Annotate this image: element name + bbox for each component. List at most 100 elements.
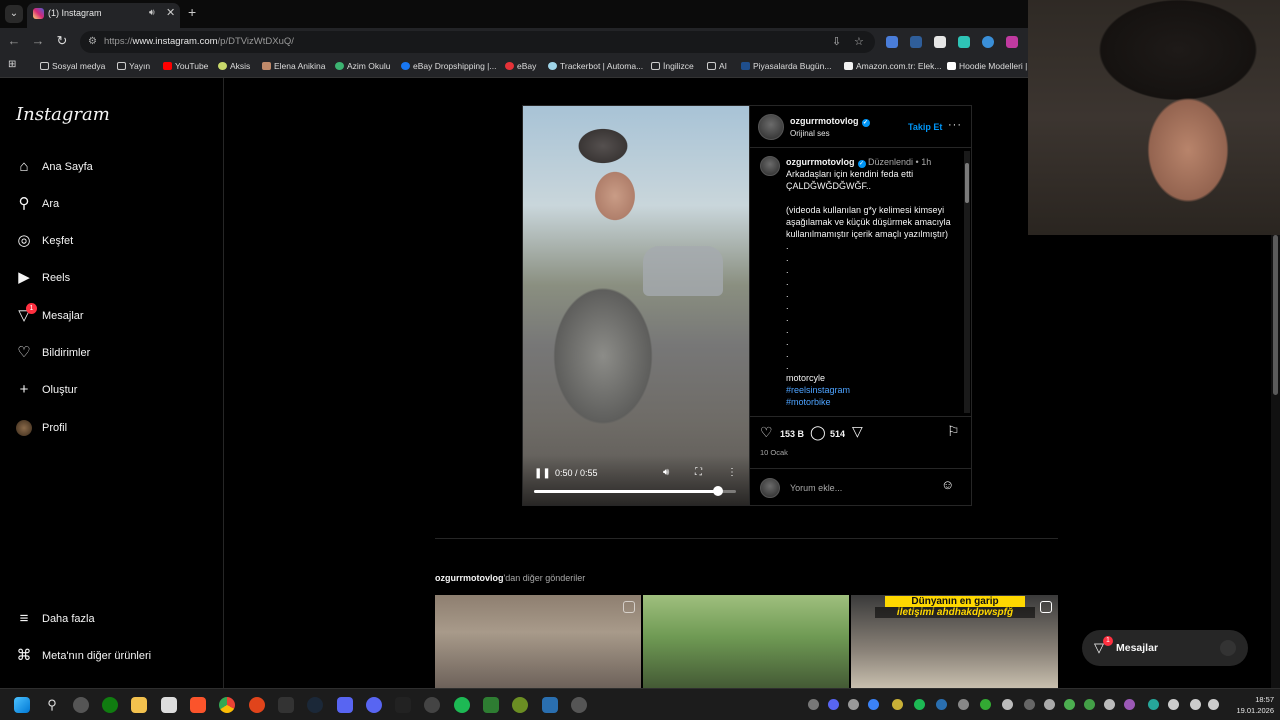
hashtag-link[interactable]: #reelsinstagram: [786, 384, 956, 396]
back-icon[interactable]: ←: [5, 33, 23, 48]
url-text[interactable]: https://www.instagram.com/p/DTVizWtDXuQ/: [104, 36, 294, 47]
discord-icon[interactable]: [366, 697, 382, 713]
video-progress-track[interactable]: [534, 490, 736, 493]
reload-icon[interactable]: ↻: [53, 33, 71, 49]
instagram-logo[interactable]: Instagram: [16, 104, 110, 125]
sidebar-meta-button[interactable]: ⌘ Meta'nın diğer ürünleri: [14, 646, 214, 668]
sidebar-item-messages[interactable]: ▽ 1 Mesajlar: [14, 303, 214, 328]
extension-icon[interactable]: [1006, 36, 1018, 48]
tray-icon[interactable]: [1044, 699, 1055, 710]
like-count[interactable]: 153 B: [780, 429, 804, 439]
fullscreen-icon[interactable]: ⛶: [695, 467, 702, 478]
new-tab-button[interactable]: +: [188, 4, 196, 20]
bookmark-link[interactable]: eBay: [505, 61, 536, 71]
tray-icon[interactable]: [892, 699, 903, 710]
messages-pill[interactable]: ▽ 1 Mesajlar: [1082, 630, 1248, 666]
comment-icon[interactable]: ◯: [810, 424, 826, 441]
brave-icon[interactable]: [190, 697, 206, 713]
sidebar-item-profile[interactable]: Profil: [14, 418, 214, 440]
bookmark-link[interactable]: eBay Dropshipping |...: [401, 61, 496, 71]
avatar[interactable]: [758, 114, 784, 140]
tray-icon[interactable]: [828, 699, 839, 710]
scrollbar-thumb[interactable]: [1273, 235, 1278, 395]
bookmark-link[interactable]: Elena Anikina: [262, 61, 326, 71]
app-icon[interactable]: [73, 697, 89, 713]
app-icon[interactable]: [249, 697, 265, 713]
xbox-icon[interactable]: [102, 697, 118, 713]
sidebar-item-reels[interactable]: ▶ Reels: [14, 268, 214, 290]
extension-icon[interactable]: [982, 36, 994, 48]
bookmark-link[interactable]: Hoodie Modelleri |: [947, 61, 1027, 71]
tray-icon[interactable]: [1084, 699, 1095, 710]
tray-icon[interactable]: [1148, 699, 1159, 710]
app-icon[interactable]: [424, 697, 440, 713]
tray-icon[interactable]: [958, 699, 969, 710]
caption-username[interactable]: ozgurrmotovlog: [786, 157, 855, 167]
site-info-icon[interactable]: ⚙: [88, 36, 97, 47]
save-icon[interactable]: ⚐: [947, 423, 960, 440]
bookmark-folder[interactable]: Yayın: [117, 61, 150, 71]
translate-extension-icon[interactable]: [886, 36, 898, 48]
start-icon[interactable]: [14, 697, 30, 713]
tray-icon[interactable]: [980, 699, 991, 710]
extension-icon[interactable]: [910, 36, 922, 48]
close-tab-icon[interactable]: ✕: [166, 6, 175, 19]
comment-count[interactable]: 514: [830, 429, 845, 439]
file-explorer-icon[interactable]: [131, 697, 147, 713]
steam-icon[interactable]: [307, 697, 323, 713]
app-icon[interactable]: [542, 697, 558, 713]
like-icon[interactable]: ♡: [760, 424, 773, 441]
video-progress-handle[interactable]: [712, 486, 723, 496]
more-options-icon[interactable]: ⋮: [727, 467, 737, 478]
more-icon[interactable]: ···: [948, 119, 962, 131]
microphone-icon[interactable]: [1168, 699, 1179, 710]
apps-icon[interactable]: ⊞: [8, 59, 16, 70]
tray-icon[interactable]: [1104, 699, 1115, 710]
tray-icon[interactable]: [808, 699, 819, 710]
audio-label[interactable]: Orijinal ses: [790, 129, 830, 138]
tray-icon[interactable]: [1024, 699, 1035, 710]
page-scrollbar[interactable]: [1271, 235, 1280, 688]
sidebar-item-search[interactable]: ⚲ Ara: [14, 194, 214, 216]
volume-icon[interactable]: 🔊︎: [663, 467, 669, 478]
post-username[interactable]: ozgurrmotovlog ✓: [790, 116, 870, 127]
app-icon[interactable]: [395, 697, 411, 713]
tray-icon[interactable]: [936, 699, 947, 710]
tray-icon[interactable]: [914, 699, 925, 710]
post-thumbnail[interactable]: [435, 595, 641, 688]
more-posts-user[interactable]: ozgurrmotovlog: [435, 573, 504, 583]
speaker-icon[interactable]: 🔊︎: [149, 7, 155, 18]
store-icon[interactable]: [161, 697, 177, 713]
install-app-icon[interactable]: ⇩: [832, 35, 841, 48]
tray-icon[interactable]: [1124, 699, 1135, 710]
bookmark-folder[interactable]: Sosyal medya: [40, 61, 105, 71]
chrome-icon[interactable]: [219, 697, 235, 713]
bookmark-youtube[interactable]: YouTube: [163, 61, 208, 71]
bookmark-link[interactable]: Azim Okulu: [335, 61, 390, 71]
bookmark-link[interactable]: Piyasalarda Bugün...: [741, 61, 831, 71]
hashtag-link[interactable]: #motorbike: [786, 396, 956, 408]
spotify-icon[interactable]: [454, 697, 470, 713]
bookmark-folder[interactable]: AI: [707, 61, 727, 71]
epic-games-icon[interactable]: [278, 697, 294, 713]
network-icon[interactable]: [1190, 699, 1201, 710]
extension-icon[interactable]: [958, 36, 970, 48]
caption-scrollbar[interactable]: [964, 151, 970, 413]
browser-tab[interactable]: (1) Instagram 🔊︎ ✕: [27, 3, 180, 28]
tray-icon[interactable]: [868, 699, 879, 710]
search-icon[interactable]: ⚲: [44, 697, 60, 713]
bookmark-star-icon[interactable]: ☆: [854, 35, 864, 48]
scrollbar-thumb[interactable]: [965, 163, 969, 203]
bookmark-folder[interactable]: İngilizce: [651, 61, 694, 71]
sidebar-more-button[interactable]: ≡ Daha fazla: [14, 609, 214, 631]
tray-icon[interactable]: [848, 699, 859, 710]
sidebar-item-notifications[interactable]: ♡ Bildirimler: [14, 343, 214, 365]
taskbar-clock[interactable]: 18:57 19.01.2026: [1226, 694, 1274, 716]
bookmark-link[interactable]: Aksis: [218, 61, 250, 71]
app-icon[interactable]: [483, 697, 499, 713]
follow-button[interactable]: Takip Et: [908, 122, 942, 132]
sidebar-item-explore[interactable]: ◎ Keşfet: [14, 231, 214, 253]
pause-icon[interactable]: ❚❚: [534, 468, 551, 479]
sidebar-item-home[interactable]: ⌂ Ana Sayfa: [14, 157, 214, 179]
app-icon[interactable]: [512, 697, 528, 713]
